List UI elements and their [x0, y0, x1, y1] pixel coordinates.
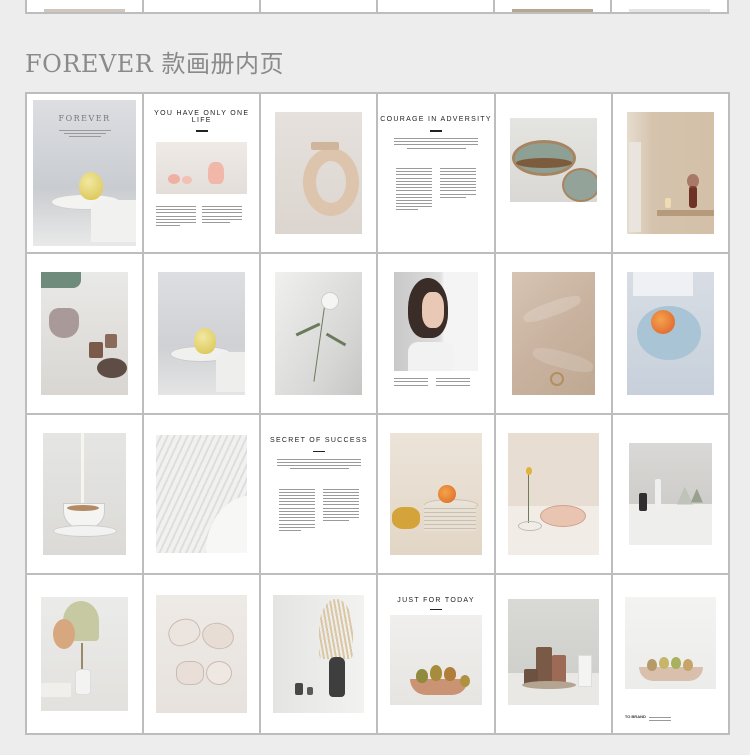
fig-bowl-photo [624, 596, 716, 689]
page-title: JUST FOR TODAY [397, 596, 475, 604]
page-just-for-today[interactable]: JUST FOR TODAY [378, 574, 494, 733]
interior-photo [626, 112, 714, 235]
page-back-cover[interactable]: TO BRAND [612, 574, 728, 733]
glass-flower-photo [507, 432, 599, 555]
page-thumbnail[interactable] [495, 0, 610, 12]
page-you-have-only-one-life[interactable]: YOU HAVE ONLY ONE LIFE [144, 94, 260, 253]
page-pampas-vase[interactable] [261, 574, 377, 733]
dried-palm-photo [41, 596, 129, 711]
page-thumbnail[interactable] [612, 0, 727, 12]
page-pouring-tea[interactable] [27, 254, 143, 413]
plates-photo [509, 118, 597, 203]
page-architecture[interactable] [144, 414, 260, 573]
pouring-tea-photo [41, 272, 129, 395]
previous-pages-strip [25, 0, 729, 14]
portrait-photo [394, 272, 478, 371]
orange-stack-photo [390, 432, 482, 555]
brand-logo: TO BRAND [624, 714, 646, 719]
page-cover[interactable]: FOREVER [27, 94, 143, 253]
page-thumbnail[interactable] [27, 0, 142, 12]
page-glass-flower[interactable] [495, 414, 611, 573]
page-title: YOU HAVE ONLY ONE LIFE [154, 110, 250, 124]
page-thumbnail[interactable] [144, 0, 259, 12]
page-ceramic-vase[interactable] [261, 94, 377, 253]
ceramic-vase-photo [275, 112, 363, 235]
pear-photo [158, 272, 246, 395]
page-title: COURAGE IN ADVERSITY [380, 116, 492, 123]
page-title: SECRET OF SUCCESS [269, 436, 368, 444]
page-latte-cup[interactable] [27, 414, 143, 573]
page-secret-of-success[interactable]: SECRET OF SUCCESS [261, 414, 377, 573]
section-title: FOREVER 款画册内页 [25, 50, 284, 78]
brochure-page-grid: FOREVER YOU HAVE ONLY ONE LIFE COURAGE I… [25, 92, 730, 735]
page-thumbnail[interactable] [378, 0, 493, 12]
page-table-setting[interactable] [612, 414, 728, 573]
page-dried-palm[interactable] [27, 574, 143, 733]
ceramic-cups-photo [156, 594, 248, 713]
title-rule [430, 608, 443, 611]
knit-fabric-photo [511, 272, 595, 395]
page-knit-fabric[interactable] [495, 254, 611, 413]
page-candles[interactable] [495, 574, 611, 733]
title-rule [195, 130, 208, 132]
page-interior-vase[interactable] [612, 94, 728, 253]
pampas-vase-photo [273, 594, 365, 713]
architecture-photo [156, 434, 248, 553]
fruit-bowl-photo [390, 614, 482, 705]
page-portrait[interactable] [378, 254, 494, 413]
cover-brand-title: FOREVER [58, 114, 111, 123]
page-orange-plate[interactable] [612, 254, 728, 413]
table-setting-photo [628, 442, 712, 545]
candles-photo [507, 598, 599, 705]
page-stacked-plates[interactable] [495, 94, 611, 253]
flower-photo [275, 272, 363, 395]
page-ceramic-cups[interactable] [144, 574, 260, 733]
orange-plate-photo [626, 272, 714, 395]
latte-photo [43, 432, 127, 555]
page-orange-stack[interactable] [378, 414, 494, 573]
title-rule [430, 130, 443, 132]
page-thumbnail[interactable] [261, 0, 376, 12]
page-flower-stem[interactable] [261, 254, 377, 413]
page-courage-in-adversity[interactable]: COURAGE IN ADVERSITY [378, 94, 494, 253]
peach-vase-photo [156, 142, 248, 194]
title-rule [312, 450, 325, 452]
page-pear-plate[interactable] [144, 254, 260, 413]
